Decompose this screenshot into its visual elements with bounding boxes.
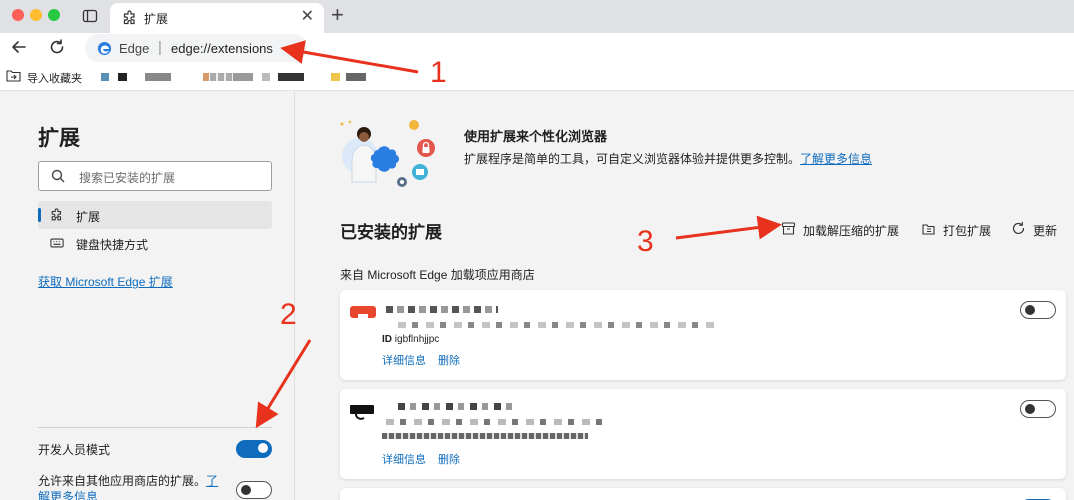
sidebar-divider bbox=[38, 427, 272, 428]
omnibox-separator: | bbox=[158, 39, 162, 56]
annotation-number-1: 1 bbox=[430, 56, 447, 89]
extension-enable-toggle[interactable] bbox=[1020, 400, 1056, 418]
developer-mode-label: 开发人员模式 bbox=[38, 443, 111, 457]
toggle-knob bbox=[258, 443, 268, 453]
bookmarks-bar: 导入收藏夹 bbox=[0, 63, 1074, 91]
search-installed-extensions-input[interactable]: 搜索已安装的扩展 bbox=[38, 161, 272, 191]
sidebar-item-extensions[interactable]: 扩展 bbox=[38, 201, 272, 229]
learn-more-link[interactable]: 了解更多信息 bbox=[800, 152, 872, 166]
sidebar-item-keyboard-shortcuts[interactable]: 键盘快捷方式 bbox=[38, 229, 272, 257]
annotation-number-3: 3 bbox=[637, 225, 654, 258]
extension-id-prefix: ID bbox=[382, 334, 392, 345]
redacted-bookmark bbox=[233, 73, 253, 81]
get-edge-extensions-link[interactable]: 获取 Microsoft Edge 扩展 bbox=[38, 273, 173, 290]
redacted-bookmark bbox=[101, 73, 109, 81]
toggle-knob bbox=[241, 485, 251, 495]
search-icon bbox=[51, 169, 65, 183]
redacted-bookmark bbox=[118, 73, 127, 81]
address-bar[interactable]: Edge | edge://extensions bbox=[85, 34, 307, 62]
redacted-bookmark bbox=[262, 73, 270, 81]
redacted-extension-description bbox=[398, 322, 716, 328]
back-arrow-icon[interactable] bbox=[10, 38, 28, 56]
sidebar-item-label: 键盘快捷方式 bbox=[76, 238, 149, 252]
redacted-extension-name bbox=[398, 403, 518, 410]
url-text[interactable]: edge://extensions bbox=[171, 41, 273, 56]
allow-other-stores-text: 允许来自其他应用商店的扩展。 bbox=[38, 474, 207, 488]
redacted-extension-name bbox=[386, 306, 498, 313]
developer-mode-toggle[interactable] bbox=[236, 440, 272, 458]
extension-id: ID igbflnhjjpc bbox=[382, 334, 439, 345]
close-window-button[interactable] bbox=[12, 9, 24, 21]
keyboard-icon bbox=[50, 238, 64, 248]
tab-actions-icon[interactable] bbox=[82, 8, 98, 24]
toggle-knob bbox=[1025, 305, 1035, 315]
redacted-extension-id bbox=[382, 433, 588, 439]
sidebar-item-label: 扩展 bbox=[76, 210, 101, 224]
minimize-window-button[interactable] bbox=[30, 9, 42, 21]
extensions-main: 使用扩展来个性化浏览器 扩展程序是简单的工具，可自定义浏览器体验并提供更多控制。… bbox=[296, 92, 1074, 500]
maximize-window-button[interactable] bbox=[48, 9, 60, 21]
sidebar-title: 扩展 bbox=[38, 127, 80, 150]
title-bar: 扩展 ✕ + bbox=[0, 0, 1074, 33]
extensions-sidebar: 扩展 搜索已安装的扩展 扩展 键盘快捷方式 获取 Microsoft Edge … bbox=[0, 92, 295, 500]
annotation-number-2: 2 bbox=[280, 298, 297, 331]
omnibox-edge-label: Edge bbox=[119, 41, 150, 56]
import-favorites-label[interactable]: 导入收藏夹 bbox=[27, 70, 82, 86]
edge-logo-icon bbox=[97, 41, 112, 56]
load-unpacked-label: 加载解压缩的扩展 bbox=[803, 224, 900, 238]
search-placeholder: 搜索已安装的扩展 bbox=[79, 171, 176, 185]
import-favorites-icon[interactable] bbox=[6, 69, 21, 83]
extension-card: 详细信息 删除 bbox=[340, 389, 1066, 479]
allow-other-stores-label: 允许来自其他应用商店的扩展。了解更多信息 bbox=[38, 473, 228, 500]
reload-icon[interactable] bbox=[48, 38, 66, 56]
extension-details-link[interactable]: 详细信息 bbox=[382, 451, 426, 467]
redacted-bookmark bbox=[331, 73, 340, 81]
hero-description-text: 扩展程序是简单的工具，可自定义浏览器体验并提供更多控制。 bbox=[464, 152, 801, 166]
extension-logo-icon bbox=[350, 306, 376, 320]
tab-close-icon[interactable]: ✕ bbox=[301, 8, 314, 26]
redacted-bookmark bbox=[346, 73, 366, 81]
toggle-knob bbox=[1025, 404, 1035, 414]
extension-card: ID igbflnhjjpc 详细信息 删除 bbox=[340, 290, 1066, 380]
tab-extensions[interactable]: 扩展 ✕ bbox=[110, 3, 324, 33]
update-label: 更新 bbox=[1033, 224, 1058, 238]
redacted-bookmark bbox=[203, 73, 209, 81]
redacted-bookmark bbox=[278, 73, 304, 81]
extension-card bbox=[340, 488, 1066, 500]
box-icon bbox=[781, 222, 796, 235]
installed-extensions-title: 已安装的扩展 bbox=[340, 223, 442, 242]
redacted-bookmark bbox=[145, 73, 171, 81]
extension-remove-link[interactable]: 删除 bbox=[438, 352, 460, 368]
personalize-illustration bbox=[340, 120, 435, 187]
store-section-label: 来自 Microsoft Edge 加载项应用商店 bbox=[340, 268, 535, 282]
hero-title: 使用扩展来个性化浏览器 bbox=[464, 129, 608, 144]
package-icon bbox=[922, 224, 935, 235]
refresh-icon bbox=[1012, 221, 1025, 235]
tab-title: 扩展 bbox=[144, 12, 169, 26]
extension-logo-icon bbox=[350, 405, 374, 420]
hero-description: 扩展程序是简单的工具，可自定义浏览器体验并提供更多控制。了解更多信息 bbox=[464, 150, 872, 167]
extension-id-value: igbflnhjjpc bbox=[394, 334, 440, 345]
puzzle-icon bbox=[123, 10, 135, 25]
navigation-toolbar: Edge | edge://extensions bbox=[0, 33, 1074, 63]
pack-extension-label: 打包扩展 bbox=[943, 224, 992, 238]
allow-other-stores-toggle[interactable] bbox=[236, 481, 272, 499]
puzzle-icon bbox=[51, 208, 62, 221]
extension-remove-link[interactable]: 删除 bbox=[438, 451, 460, 467]
redacted-extension-description bbox=[386, 419, 606, 425]
new-tab-button[interactable]: + bbox=[331, 4, 344, 26]
extension-enable-toggle[interactable] bbox=[1020, 301, 1056, 319]
extension-details-link[interactable]: 详细信息 bbox=[382, 352, 426, 368]
